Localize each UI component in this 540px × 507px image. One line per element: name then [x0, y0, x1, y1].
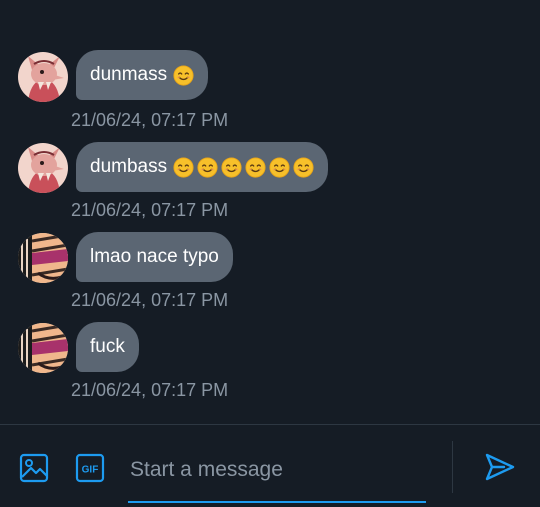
image-icon: [19, 453, 49, 483]
pink-cartoon-animal-avatar-image: [18, 52, 68, 102]
message-text: lmao nace typo: [90, 246, 219, 267]
smiling-face-emoji-icon: [245, 157, 266, 178]
message-input-wrapper: [128, 449, 430, 503]
message-text: dumbass: [90, 156, 168, 177]
message-composer: GIF: [0, 424, 540, 507]
smiling-face-emoji-icon: [173, 157, 194, 178]
avatar[interactable]: [18, 233, 68, 283]
message-bubble[interactable]: dumbass: [76, 142, 329, 192]
message-thread: dunmass 21/06/24, 07:17 PM dumbass 21/06…: [0, 0, 540, 424]
message-bubble[interactable]: fuck: [76, 322, 139, 372]
message-bubble[interactable]: lmao nace typo: [76, 232, 233, 282]
smiling-face-emoji-icon: [197, 157, 218, 178]
striped-character-avatar-image: [18, 233, 68, 283]
avatar[interactable]: [18, 143, 68, 193]
message-item: fuck 21/06/24, 07:17 PM: [0, 320, 540, 410]
send-icon: [485, 453, 515, 481]
smiling-face-emoji-icon: [269, 157, 290, 178]
message-item: dumbass 21/06/24, 07:17 PM: [0, 140, 540, 230]
message-text: dunmass: [90, 64, 168, 85]
message-timestamp: 21/06/24, 07:17 PM: [71, 380, 229, 400]
message-timestamp: 21/06/24, 07:17 PM: [71, 200, 229, 220]
message-bubble[interactable]: dunmass: [76, 50, 209, 100]
avatar[interactable]: [18, 323, 68, 373]
send-button[interactable]: [484, 451, 515, 481]
gif-icon: GIF: [75, 453, 105, 483]
gif-label: GIF: [82, 465, 99, 476]
pink-cartoon-animal-avatar-image: [18, 143, 68, 193]
gif-button[interactable]: GIF: [75, 453, 105, 483]
smiling-face-emoji-icon: [221, 157, 242, 178]
striped-character-avatar-image: [18, 323, 68, 373]
message-item: lmao nace typo 21/06/24, 07:17 PM: [0, 230, 540, 320]
message-timestamp: 21/06/24, 07:17 PM: [71, 290, 229, 310]
message-timestamp: 21/06/24, 07:17 PM: [71, 110, 229, 130]
avatar[interactable]: [18, 52, 68, 102]
message-item: dunmass 21/06/24, 07:17 PM: [0, 50, 540, 140]
composer-divider: [452, 441, 453, 493]
message-input[interactable]: [128, 449, 430, 491]
smiling-face-emoji-icon: [173, 65, 194, 86]
smiling-face-emoji-icon: [293, 157, 314, 178]
message-text: fuck: [90, 336, 125, 357]
add-media-button[interactable]: [19, 453, 49, 483]
